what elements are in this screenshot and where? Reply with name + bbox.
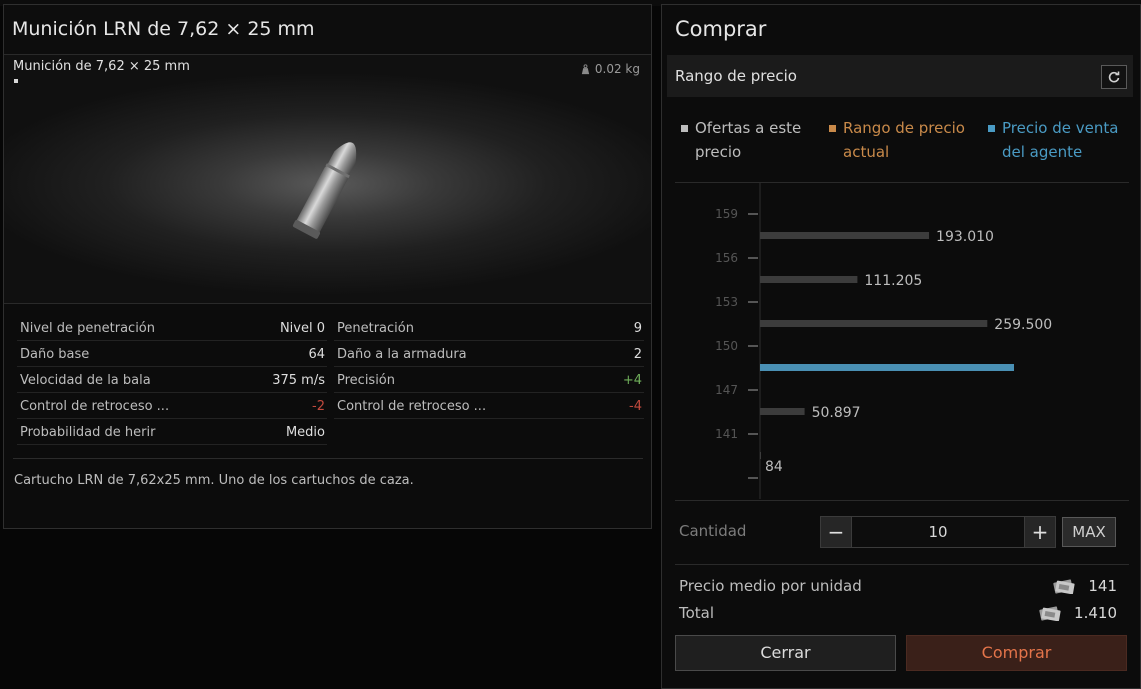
legend-label: Rango de precio actual xyxy=(843,119,965,161)
stat-value: -4 xyxy=(629,399,642,414)
y-tick-label: 141 xyxy=(715,427,738,441)
stat-row: Control de retroceso ... -4 xyxy=(334,395,644,419)
stat-label: Probabilidad de herir xyxy=(20,425,156,440)
item-inspect-panel: Munición LRN de 7,62 × 25 mm Munición de… xyxy=(3,4,652,529)
quantity-stepper: − 10 + xyxy=(820,516,1056,548)
y-tick-label: 159 xyxy=(715,207,738,221)
divider xyxy=(675,500,1129,501)
rouble-icon xyxy=(1053,579,1075,594)
stat-label: Nivel de penetración xyxy=(20,321,156,336)
item-image-area: Munición de 7,62 × 25 mm 0.02 kg xyxy=(4,55,651,304)
max-button[interactable]: MAX xyxy=(1062,517,1116,547)
stat-row: Daño base 64 xyxy=(17,343,327,367)
total-label: Total xyxy=(679,604,715,622)
bar-value-label: 193.010 xyxy=(936,229,994,245)
chart-bar xyxy=(760,276,858,283)
buy-panel: Comprar Rango de precio Ofertas a este pr… xyxy=(661,4,1141,689)
stat-row: Probabilidad de herir Medio xyxy=(17,421,327,445)
total-price-value: 1.410 xyxy=(1074,604,1117,622)
bar-value-label: 50.897 xyxy=(812,405,861,421)
legend-swatch xyxy=(681,125,688,132)
legend-swatch xyxy=(988,125,995,132)
stat-value: 64 xyxy=(308,347,325,362)
stat-row: Nivel de penetración Nivel 0 xyxy=(17,317,327,341)
stack-indicator xyxy=(14,79,18,83)
stat-value: 2 xyxy=(633,347,642,362)
legend-swatch xyxy=(829,125,836,132)
price-range-label: Rango de precio xyxy=(675,67,797,85)
stat-value: 9 xyxy=(633,321,642,336)
stat-value: 375 m/s xyxy=(272,373,325,388)
chart-bar xyxy=(760,408,805,415)
stat-label: Control de retroceso ... xyxy=(337,399,487,414)
chart-bar xyxy=(760,364,1014,371)
stat-label: Precisión xyxy=(337,373,396,388)
stat-value: -2 xyxy=(312,399,325,414)
y-tick-label: 147 xyxy=(715,383,738,397)
bar-value-label: 259.500 xyxy=(994,317,1052,333)
average-price-label: Precio medio por unidad xyxy=(679,577,862,595)
buy-title: Comprar xyxy=(675,17,767,41)
price-range-chart: 159 156 153 150 147 141 193.010 111.205 259.500 5… xyxy=(715,183,1052,499)
stat-row: Precisión +4 xyxy=(334,369,644,393)
item-weight: 0.02 kg xyxy=(580,62,640,76)
divider xyxy=(13,458,643,459)
item-description: Cartucho LRN de 7,62x25 mm. Uno de los c… xyxy=(14,473,414,488)
y-tick-label: 150 xyxy=(715,339,738,353)
stat-label: Penetración xyxy=(337,321,414,336)
bullet-image xyxy=(292,142,357,239)
stat-label: Control de retroceso ... xyxy=(20,399,170,414)
stat-label: Velocidad de la bala xyxy=(20,373,151,388)
refresh-button[interactable] xyxy=(1101,65,1127,89)
stat-value: Medio xyxy=(285,425,325,440)
legend-label: Ofertas a este precio xyxy=(695,119,802,161)
y-tick-label: 156 xyxy=(715,251,738,265)
chart-bar xyxy=(760,232,930,239)
item-weight-value: 0.02 kg xyxy=(594,62,640,76)
legend-label: Precio de venta del agente xyxy=(1002,119,1119,161)
rouble-icon xyxy=(1039,606,1061,621)
stat-value: Nivel 0 xyxy=(279,321,325,336)
stat-label: Daño base xyxy=(20,347,90,362)
stat-row: Velocidad de la bala 375 m/s xyxy=(17,369,327,393)
average-price-value: 141 xyxy=(1088,577,1117,595)
refresh-icon xyxy=(1108,71,1120,83)
stat-row: Daño a la armadura 2 xyxy=(334,343,644,367)
stat-row: Penetración 9 xyxy=(334,317,644,341)
chart-bar xyxy=(760,320,988,327)
item-short-name: Munición de 7,62 × 25 mm xyxy=(13,59,190,74)
chart-bar xyxy=(760,452,761,459)
total-price: 1.410 xyxy=(1038,604,1117,622)
divider xyxy=(675,564,1129,565)
y-tick-label: 153 xyxy=(715,295,738,309)
quantity-input[interactable]: 10 xyxy=(851,517,1025,547)
weight-icon xyxy=(581,63,590,74)
decrease-button[interactable]: − xyxy=(821,517,852,547)
bar-value-label: 84 xyxy=(765,459,783,475)
item-title: Munición LRN de 7,62 × 25 mm xyxy=(4,5,651,55)
stat-value: +4 xyxy=(622,373,642,388)
price-range-header: Rango de precio xyxy=(667,55,1133,97)
stat-label: Daño a la armadura xyxy=(337,347,467,362)
increase-button[interactable]: + xyxy=(1024,517,1055,547)
close-button[interactable]: Cerrar xyxy=(675,635,896,671)
quantity-label: Cantidad xyxy=(679,522,747,540)
stat-row: Control de retroceso ... -2 xyxy=(17,395,327,419)
buy-button[interactable]: Comprar xyxy=(906,635,1127,671)
average-price: 141 xyxy=(1052,577,1117,595)
bar-value-label: 111.205 xyxy=(864,273,922,289)
